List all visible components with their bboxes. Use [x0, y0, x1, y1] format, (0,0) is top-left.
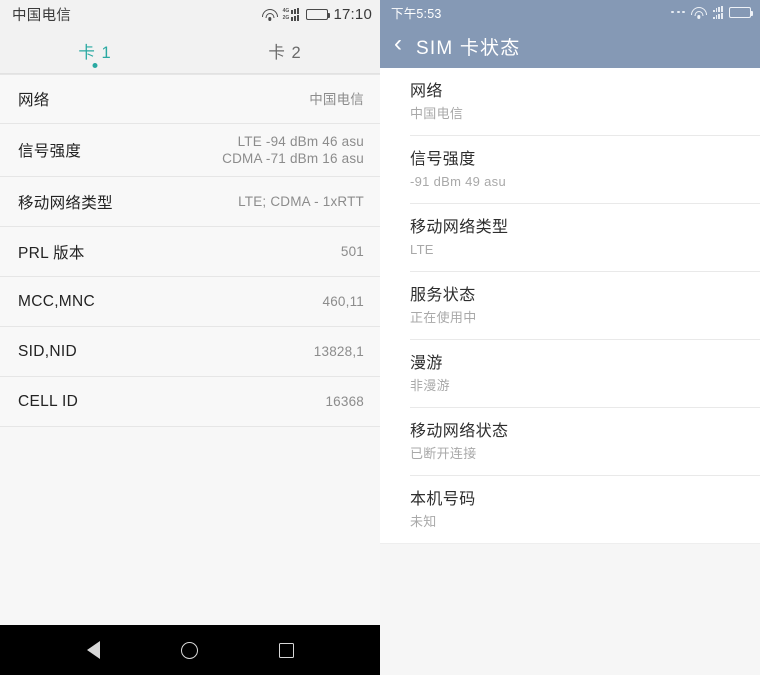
list-item-value: 正在使用中: [410, 310, 477, 325]
dual-screenshot-container: 中国电信 4G 2G 17:10 卡 1 卡 2 网络 中国电信 信号强度 LT…: [0, 0, 760, 675]
app-bar: ‹ SIM 卡状态: [380, 24, 760, 68]
list-item[interactable]: 漫游 非漫游: [380, 340, 760, 408]
recents-square-icon[interactable]: [278, 642, 294, 658]
wifi-icon: [690, 6, 707, 19]
list-item[interactable]: 移动网络类型 LTE: [380, 204, 760, 272]
list-item[interactable]: 网络 中国电信: [380, 68, 760, 136]
row-label: 网络: [18, 92, 50, 109]
right-status-bar: 下午5:53: [380, 0, 760, 24]
row-label: PRL 版本: [18, 244, 85, 262]
row-label: SID,NID: [18, 342, 77, 360]
tab-sim-2[interactable]: 卡 2: [190, 28, 380, 73]
status-carrier-label: 中国电信: [12, 7, 72, 24]
list-item-label: 信号强度: [410, 151, 476, 168]
list-item[interactable]: 服务状态 正在使用中: [380, 272, 760, 340]
list-item-label: 本机号码: [410, 491, 476, 508]
signal-label-4g: 4G: [282, 7, 290, 14]
row-label: 移动网络类型: [18, 194, 113, 212]
table-row[interactable]: SID,NID 13828,1: [0, 327, 380, 377]
left-status-bar: 中国电信 4G 2G 17:10: [0, 0, 380, 28]
list-item-label: 移动网络状态: [410, 423, 509, 440]
table-row[interactable]: CELL ID 16368: [0, 377, 380, 427]
battery-icon: [306, 8, 331, 20]
right-empty-area: [380, 544, 760, 675]
left-status-icons: 4G 2G 17:10: [261, 5, 372, 23]
home-circle-icon[interactable]: [180, 641, 198, 659]
row-value: 460,11: [322, 294, 364, 309]
row-value: LTE; CDMA - 1xRTT: [238, 194, 364, 209]
left-empty-area: [0, 427, 380, 625]
wifi-icon: [261, 8, 278, 21]
list-item-value: LTE: [410, 242, 434, 257]
list-item-label: 漫游: [410, 355, 443, 372]
status-clock: 17:10: [333, 5, 372, 23]
row-label: 信号强度: [18, 143, 82, 160]
right-info-list: 网络 中国电信 信号强度 -91 dBm 49 asu 移动网络类型 LTE 服…: [380, 68, 760, 544]
table-row[interactable]: 信号强度 LTE -94 dBm 46 asu CDMA -71 dBm 16 …: [0, 124, 380, 177]
list-item-value: -91 dBm 49 asu: [410, 174, 506, 189]
list-item-label: 网络: [410, 83, 443, 100]
list-item-label: 服务状态: [410, 287, 476, 304]
status-clock: 下午5:53: [391, 6, 442, 21]
sim-tab-bar: 卡 1 卡 2: [0, 28, 380, 74]
signal-label-2g: 2G: [282, 14, 290, 21]
row-value: 16368: [325, 394, 364, 409]
left-phone-panel: 中国电信 4G 2G 17:10 卡 1 卡 2 网络 中国电信 信号强度 LT…: [0, 0, 380, 675]
list-item[interactable]: 本机号码 未知: [380, 476, 760, 544]
dual-signal-icon: [712, 5, 723, 20]
tab-active-dot-indicator: [92, 63, 98, 68]
row-value: LTE -94 dBm 46 asu CDMA -71 dBm 16 asu: [222, 134, 364, 166]
list-item-value: 未知: [410, 514, 437, 529]
row-label: MCC,MNC: [18, 292, 96, 310]
chevron-left-icon[interactable]: ‹: [394, 32, 402, 56]
right-phone-panel: 下午5:53 ‹ SIM 卡状态 网络 中国电信 信号强度 -91 dBm 49…: [380, 0, 760, 675]
table-row[interactable]: PRL 版本 501: [0, 227, 380, 277]
row-value: 中国电信: [309, 91, 364, 107]
list-item-value: 非漫游: [410, 378, 450, 393]
list-item-value: 已断开连接: [410, 446, 477, 461]
android-navigation-bar: [0, 625, 380, 675]
list-item-value: 中国电信: [410, 106, 464, 121]
row-label: CELL ID: [18, 392, 79, 410]
tab-sim-2-label: 卡 2: [268, 43, 302, 62]
tab-sim-1[interactable]: 卡 1: [0, 28, 190, 73]
list-item[interactable]: 移动网络状态 已断开连接: [380, 408, 760, 476]
tab-sim-1-label: 卡 1: [78, 43, 112, 62]
row-value: 13828,1: [313, 344, 364, 359]
table-row[interactable]: MCC,MNC 460,11: [0, 277, 380, 327]
back-triangle-icon[interactable]: [86, 641, 100, 659]
left-info-list: 网络 中国电信 信号强度 LTE -94 dBm 46 asu CDMA -71…: [0, 74, 380, 427]
row-value: 501: [340, 244, 364, 259]
table-row[interactable]: 移动网络类型 LTE; CDMA - 1xRTT: [0, 177, 380, 227]
page-title: SIM 卡状态: [416, 37, 521, 59]
table-row[interactable]: 网络 中国电信: [0, 74, 380, 124]
battery-icon: [729, 6, 753, 18]
right-status-icons: [671, 5, 753, 20]
list-item[interactable]: 信号强度 -91 dBm 49 asu: [380, 136, 760, 204]
dual-signal-icon: 4G 2G: [283, 7, 302, 22]
list-item-label: 移动网络类型: [410, 219, 509, 236]
more-dots-icon: [671, 10, 685, 14]
